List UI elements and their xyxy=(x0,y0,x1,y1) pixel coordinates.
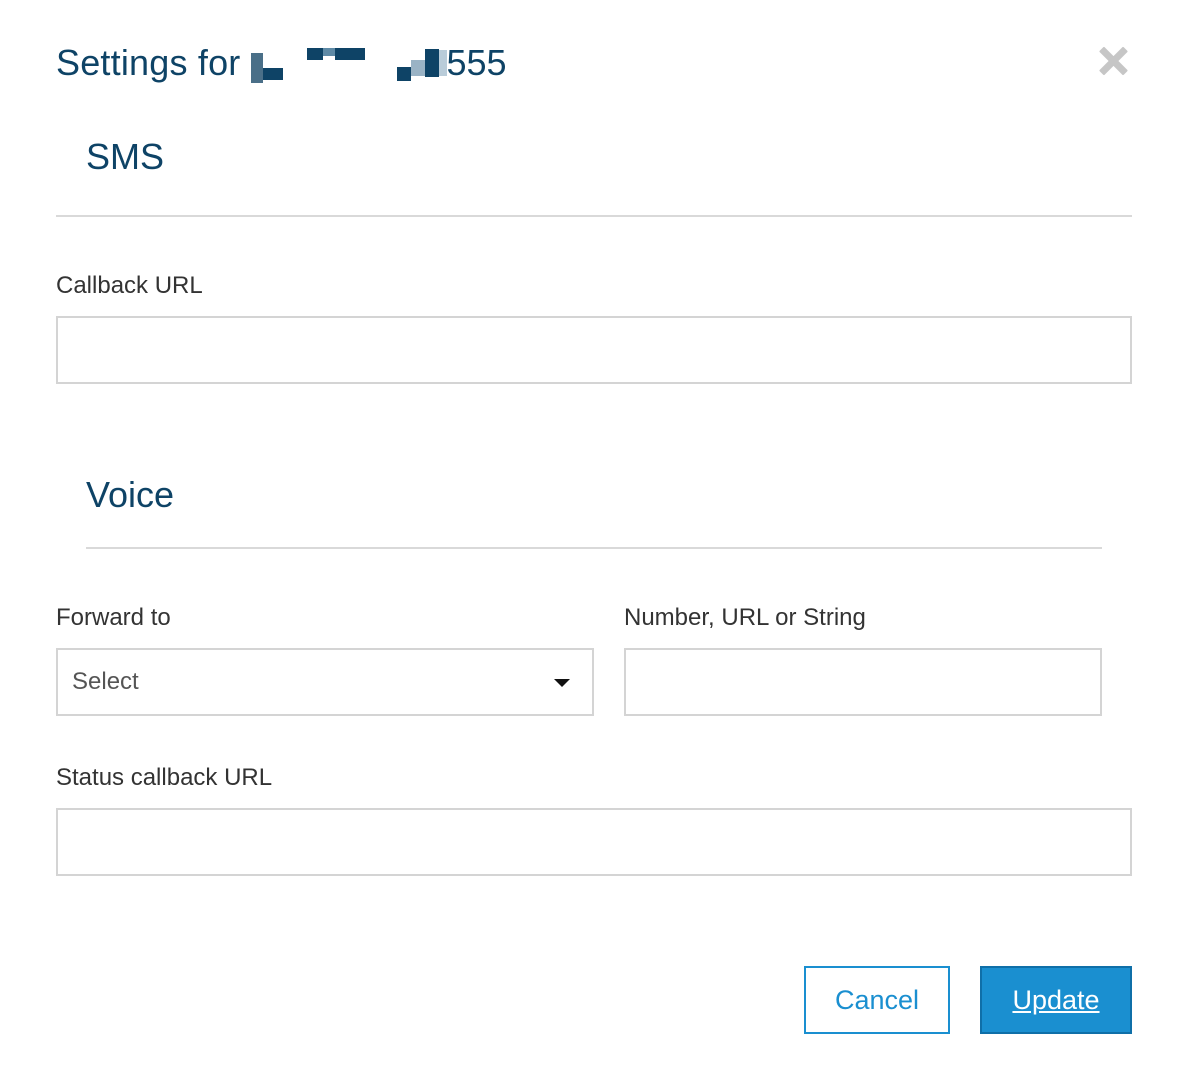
status-callback-url-input[interactable] xyxy=(56,808,1132,876)
dialog-title-text: Settings for xyxy=(56,42,241,83)
cancel-button[interactable]: Cancel xyxy=(804,966,950,1034)
update-button[interactable]: Update xyxy=(980,966,1132,1034)
voice-heading: Voice xyxy=(86,474,175,515)
status-callback-url-label: Status callback URL xyxy=(56,764,273,791)
forward-to-selected-value: Select xyxy=(72,668,139,695)
dialog-title: Settings for 555 xyxy=(56,38,507,88)
voice-divider xyxy=(86,547,1102,549)
dialog-title-number-suffix: 555 xyxy=(446,42,507,83)
sms-divider xyxy=(56,215,1132,217)
callback-url-input[interactable] xyxy=(56,316,1132,384)
target-input[interactable] xyxy=(624,648,1102,716)
sms-heading: SMS xyxy=(86,136,165,177)
settings-dialog: Settings for 555 SMS Callback URL Voice … xyxy=(0,0,1190,1092)
forward-to-label: Forward to xyxy=(56,604,171,631)
redacted-phone-number xyxy=(250,43,447,83)
callback-url-label: Callback URL xyxy=(56,272,203,299)
chevron-down-icon xyxy=(554,679,570,687)
target-label: Number, URL or String xyxy=(624,604,866,631)
close-icon[interactable] xyxy=(1094,42,1132,80)
forward-to-select[interactable]: Select xyxy=(56,648,594,716)
